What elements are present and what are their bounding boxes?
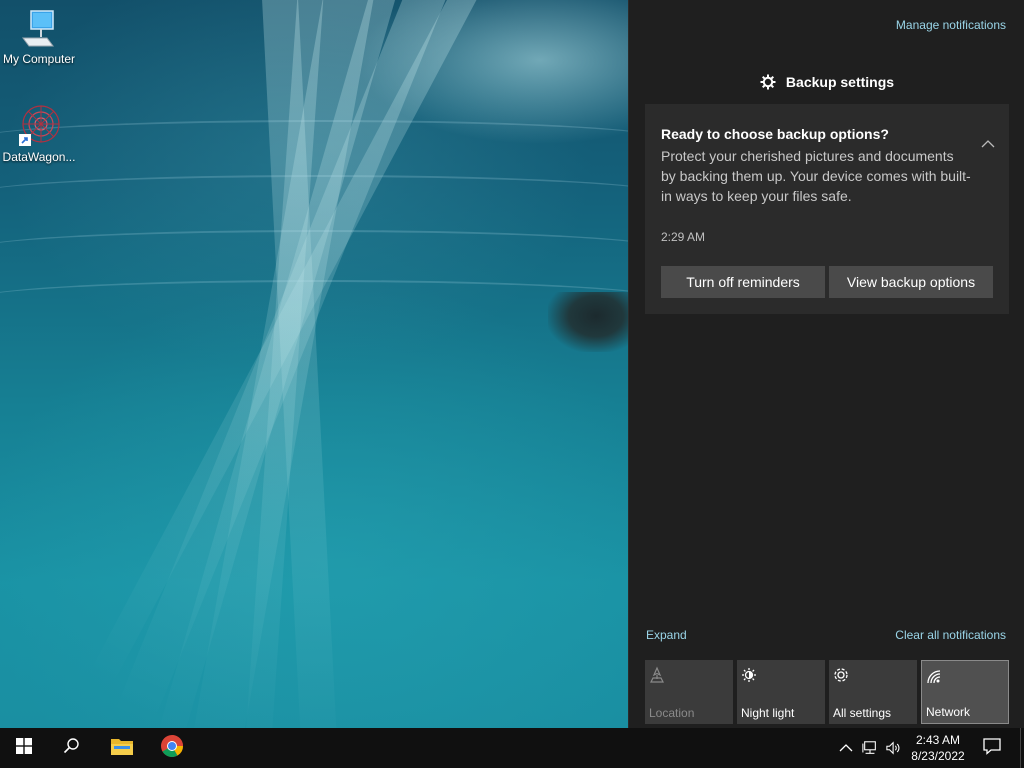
desktop-wallpaper: My Computer DataWagon... xyxy=(0,0,628,728)
chevron-up-icon[interactable] xyxy=(838,740,854,756)
desktop-icon-label: DataWagon... xyxy=(2,150,76,164)
volume-icon[interactable] xyxy=(886,740,902,756)
notification-group-header[interactable]: Backup settings xyxy=(629,74,1024,90)
water-ripple xyxy=(0,175,628,215)
file-explorer-icon xyxy=(110,736,134,761)
view-backup-options-button[interactable]: View backup options xyxy=(829,266,993,298)
quick-action-network[interactable]: Network xyxy=(921,660,1009,724)
turn-off-reminders-button[interactable]: Turn off reminders xyxy=(661,266,825,298)
clock-date: 8/23/2022 xyxy=(911,749,965,763)
water-ripple xyxy=(0,120,628,160)
datawagon-shortcut-icon xyxy=(17,105,61,146)
toast-timestamp: 2:29 AM xyxy=(661,230,706,244)
computer-icon xyxy=(17,8,61,48)
network-icon xyxy=(926,667,944,685)
notification-icon xyxy=(983,737,1001,760)
action-center-button[interactable] xyxy=(968,728,1016,768)
chrome-icon xyxy=(160,734,184,763)
quick-action-all-settings[interactable]: All settings xyxy=(829,660,917,724)
water-ripple xyxy=(0,230,628,270)
quick-action-label: All settings xyxy=(833,706,892,720)
chevron-up-icon[interactable] xyxy=(981,136,995,148)
quick-action-location[interactable]: Location xyxy=(645,660,733,724)
search-button[interactable] xyxy=(48,728,96,768)
expand-quick-actions-link[interactable]: Expand xyxy=(646,628,687,642)
taskbar-chrome[interactable] xyxy=(148,728,196,768)
desktop-icon-my-computer[interactable]: My Computer xyxy=(0,8,78,66)
swimmer-figure xyxy=(548,292,628,352)
clear-all-notifications-link[interactable]: Clear all notifications xyxy=(895,628,1006,642)
desktop-icon-datawagon[interactable]: DataWagon... xyxy=(0,105,78,164)
taskbar-file-explorer[interactable] xyxy=(98,728,146,768)
desktop-icon-label: My Computer xyxy=(2,52,76,66)
gear-icon xyxy=(833,666,851,684)
night-light-icon xyxy=(741,666,759,684)
action-center-panel: Manage notifications Backup settings Rea… xyxy=(628,0,1024,728)
notification-group-title: Backup settings xyxy=(785,74,895,90)
location-icon xyxy=(649,666,667,684)
quick-action-night-light[interactable]: Night light xyxy=(737,660,825,724)
toast-body: Protect your cherished pictures and docu… xyxy=(661,148,971,204)
show-desktop-button[interactable] xyxy=(1020,728,1024,768)
start-icon xyxy=(16,737,32,759)
clock-time: 2:43 AM xyxy=(915,733,961,747)
quick-action-label: Night light xyxy=(741,706,795,720)
manage-notifications-link[interactable]: Manage notifications xyxy=(896,18,1006,32)
network-icon[interactable] xyxy=(862,740,878,756)
quick-action-label: Network xyxy=(926,705,971,719)
backup-notification-toast[interactable]: Ready to choose backup options? Protect … xyxy=(645,104,1009,314)
quick-action-label: Location xyxy=(649,706,695,720)
taskbar-clock[interactable]: 2:43 AM 8/23/2022 xyxy=(906,732,970,764)
gear-icon xyxy=(760,74,776,90)
water-ripple xyxy=(0,280,628,320)
start-button[interactable] xyxy=(0,728,48,768)
search-icon xyxy=(63,737,81,760)
toast-title: Ready to choose backup options? xyxy=(661,126,889,142)
taskbar: 2:43 AM 8/23/2022 xyxy=(0,728,1024,768)
